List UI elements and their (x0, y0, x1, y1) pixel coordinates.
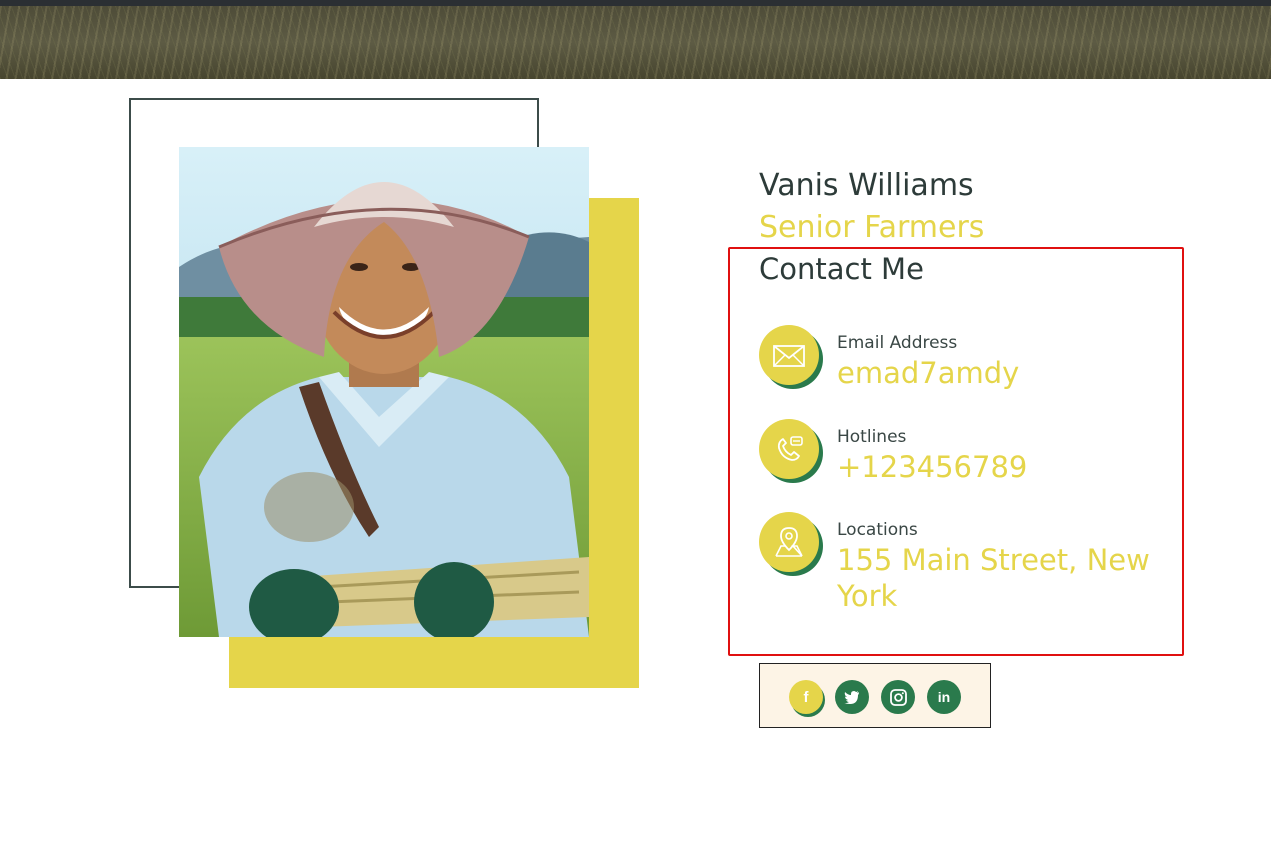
envelope-icon (759, 325, 819, 385)
email-label: Email Address (837, 333, 958, 353)
linkedin-link[interactable]: in (927, 680, 963, 716)
person-name: Vanis Williams (759, 168, 974, 203)
phone-icon (759, 419, 819, 479)
map-pin-icon (759, 512, 819, 572)
location-label: Locations (837, 520, 918, 540)
linkedin-icon: in (927, 680, 961, 714)
hero-banner (0, 6, 1271, 79)
twitter-icon (835, 680, 869, 714)
phone-label: Hotlines (837, 427, 907, 447)
person-role: Senior Farmers (759, 210, 985, 245)
location-icon-badge (759, 512, 825, 576)
location-value[interactable]: 155 Main Street, New York (837, 542, 1167, 614)
phone-icon-badge (759, 419, 825, 483)
instagram-link[interactable] (881, 680, 917, 716)
email-icon-badge (759, 325, 825, 389)
facebook-icon: f (789, 680, 823, 714)
contact-title: Contact Me (759, 252, 924, 286)
instagram-icon (881, 680, 915, 714)
email-value[interactable]: emad7amdy (837, 355, 1167, 391)
farmer-photo (179, 147, 589, 637)
phone-value[interactable]: +123456789 (837, 449, 1167, 485)
facebook-link[interactable]: f (789, 680, 825, 717)
social-links-bar: f in (759, 663, 991, 728)
twitter-link[interactable] (835, 680, 871, 716)
